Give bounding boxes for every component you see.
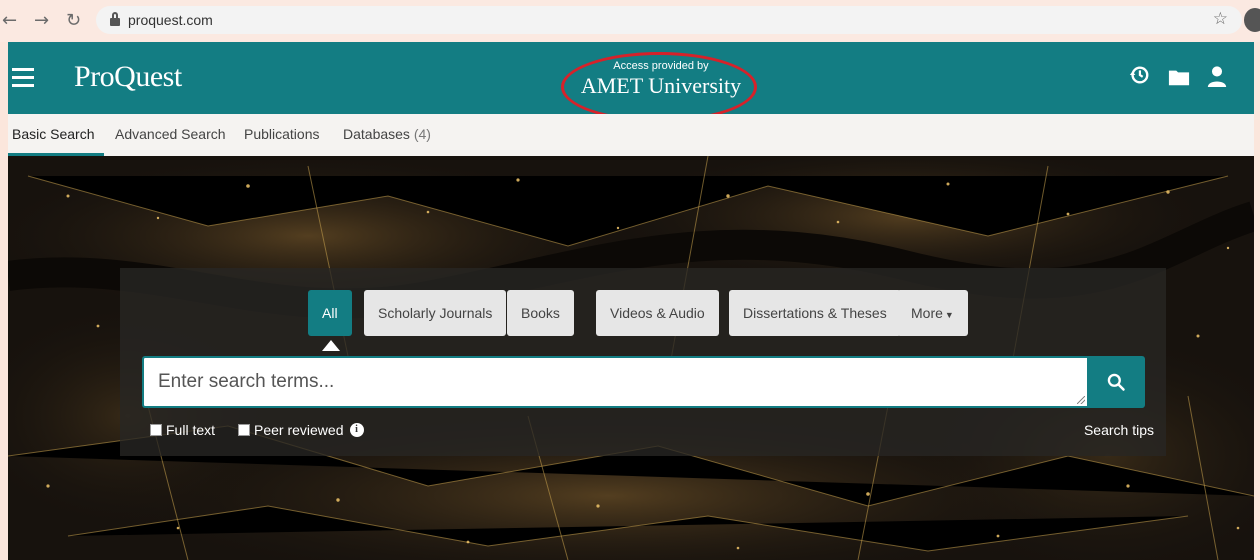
address-bar[interactable]: proquest.com ☆	[96, 6, 1242, 34]
tab-databases[interactable]: Databases (4)	[343, 126, 431, 142]
filter-dissertations-theses[interactable]: Dissertations & Theses	[729, 290, 901, 336]
filter-more-dropdown[interactable]: More ▼	[897, 290, 968, 336]
red-highlight-oval	[561, 52, 757, 122]
proquest-page: ProQuest Access provided by AMET Univers…	[8, 42, 1254, 560]
user-account-icon[interactable]	[1206, 64, 1228, 88]
filter-more-label: More	[911, 305, 943, 321]
hamburger-menu-icon[interactable]	[12, 68, 34, 88]
full-text-checkbox[interactable]	[150, 424, 162, 436]
search-tips-link[interactable]: Search tips	[1084, 422, 1154, 438]
peer-reviewed-label: Peer reviewed	[254, 422, 344, 438]
site-header: ProQuest Access provided by AMET Univers…	[8, 42, 1254, 122]
folder-icon[interactable]	[1168, 67, 1190, 87]
browser-toolbar: ← → ↻ proquest.com ☆	[0, 0, 1260, 42]
search-input[interactable]	[144, 358, 1087, 406]
search-panel: All Scholarly Journals Books Videos & Au…	[120, 268, 1166, 456]
tab-advanced-search[interactable]: Advanced Search	[115, 126, 226, 142]
filter-all[interactable]: All	[308, 290, 352, 336]
filter-books[interactable]: Books	[507, 290, 574, 336]
reload-icon[interactable]: ↻	[66, 10, 81, 31]
peer-reviewed-checkbox[interactable]	[238, 424, 250, 436]
active-filter-pointer	[322, 340, 340, 351]
filter-videos-audio[interactable]: Videos & Audio	[596, 290, 719, 336]
full-text-label: Full text	[166, 422, 216, 438]
proquest-logo[interactable]: ProQuest	[74, 60, 182, 94]
search-input-wrapper	[142, 356, 1087, 408]
filter-scholarly-journals[interactable]: Scholarly Journals	[364, 290, 507, 336]
caret-down-icon: ▼	[944, 310, 954, 320]
info-icon[interactable]: i	[349, 423, 364, 437]
tab-basic-search[interactable]: Basic Search	[12, 126, 94, 142]
search-button[interactable]	[1087, 356, 1145, 408]
full-text-option[interactable]: Full text	[150, 422, 215, 438]
tab-databases-label: Databases	[343, 126, 410, 142]
forward-arrow-icon[interactable]: →	[34, 10, 49, 31]
search-icon	[1107, 373, 1125, 391]
bookmark-star-icon[interactable]: ☆	[1213, 9, 1228, 29]
tab-publications[interactable]: Publications	[244, 126, 320, 142]
peer-reviewed-option[interactable]: Peer reviewed i	[238, 422, 364, 438]
resize-grip-icon[interactable]	[1077, 396, 1085, 404]
profile-avatar-icon[interactable]	[1244, 8, 1260, 32]
url-text[interactable]: proquest.com	[128, 12, 213, 28]
back-arrow-icon[interactable]: ←	[2, 10, 17, 31]
lock-icon	[110, 12, 120, 26]
search-mode-tabs: Basic Search Advanced Search Publication…	[8, 114, 1254, 156]
databases-count: (4)	[413, 126, 431, 142]
history-icon[interactable]	[1128, 64, 1150, 86]
